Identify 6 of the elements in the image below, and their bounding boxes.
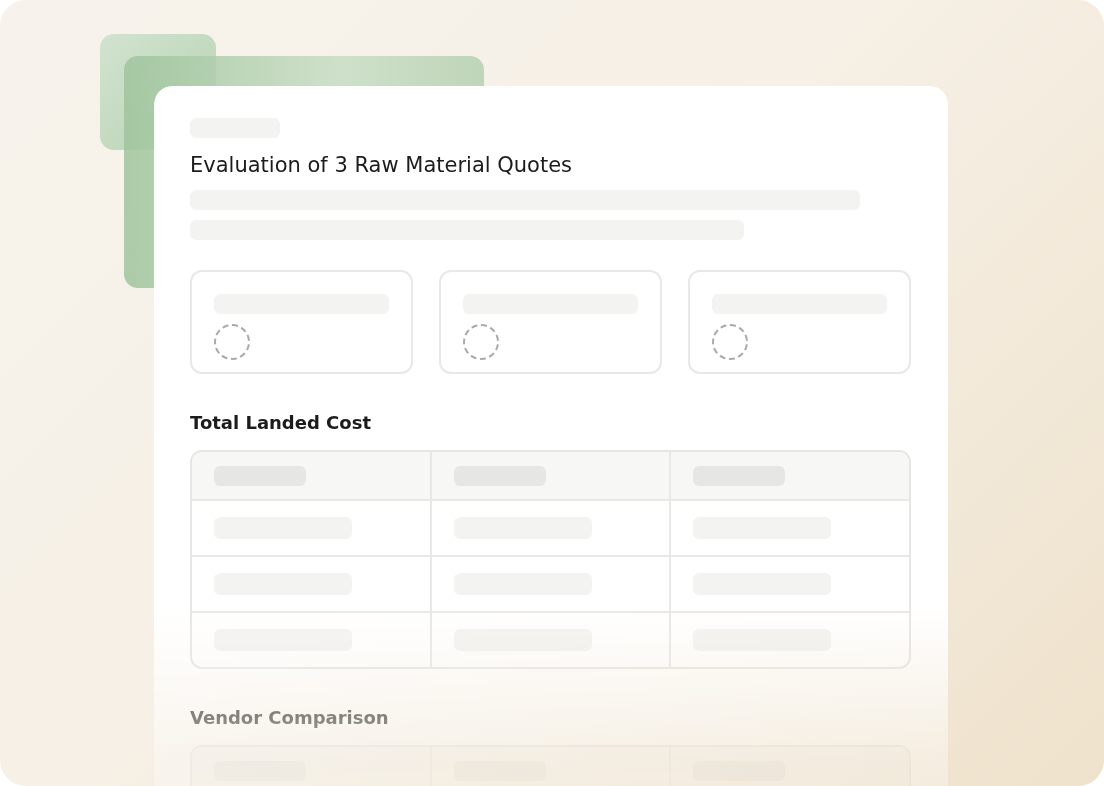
- section-heading: Total Landed Cost: [190, 411, 372, 435]
- dashed-circle-icon: [463, 324, 499, 360]
- section-heading: Vendor Comparison: [190, 706, 390, 730]
- dashed-circle-icon: [712, 324, 748, 360]
- document-title: Evaluation of 3 Raw Material Quotes: [190, 152, 574, 179]
- dashed-circle-icon: [214, 324, 250, 360]
